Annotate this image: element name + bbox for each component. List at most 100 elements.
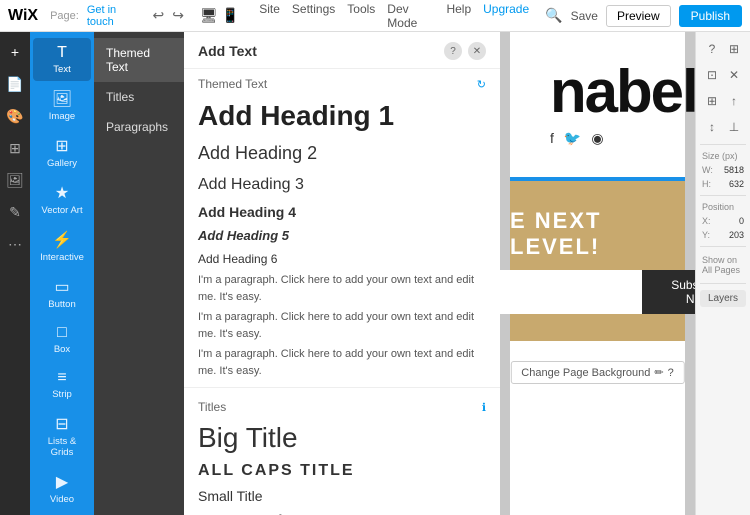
right-panel-icon5[interactable]: ⊞ [703, 92, 721, 110]
heading-1-option[interactable]: Add Heading 1 [184, 95, 500, 137]
nav-upgrade[interactable]: Upgrade [483, 2, 529, 30]
layers-button[interactable]: Layers [700, 290, 746, 307]
heading-2-option[interactable]: Add Heading 2 [184, 137, 500, 170]
x-label: X: [702, 216, 711, 226]
business-title-option[interactable]: Business Title [184, 508, 500, 515]
paragraph-3[interactable]: I'm a paragraph. Click here to add your … [184, 344, 500, 381]
instagram-icon[interactable]: ◉ [591, 130, 603, 147]
facebook-icon[interactable]: f [550, 130, 554, 147]
themed-text-action-icon[interactable]: ↻ [477, 78, 486, 91]
panel-help-btn[interactable]: ? [444, 42, 462, 60]
resize-icon[interactable]: ? [703, 40, 721, 58]
right-icon-row-top: ? ⊞ [700, 38, 746, 60]
right-divider-4 [700, 283, 746, 284]
submenu-paragraphs[interactable]: Paragraphs [94, 112, 184, 142]
add-item-box[interactable]: □ Box [33, 318, 91, 361]
submenu-themed-text[interactable]: Themed Text [94, 38, 184, 82]
add-item-gallery[interactable]: ⊞ Gallery [33, 130, 91, 175]
heading-5-option[interactable]: Add Heading 5 [184, 224, 500, 247]
big-title-option[interactable]: Big Title [184, 418, 500, 458]
add-item-video[interactable]: ▶ Video [33, 466, 91, 511]
right-panel-icon8[interactable]: ⊥ [725, 118, 743, 136]
add-item-strip[interactable]: ≡ Strip [33, 363, 91, 406]
twitter-icon[interactable]: 🐦 [564, 130, 581, 147]
save-button[interactable]: Save [571, 9, 598, 23]
heading-4-option[interactable]: Add Heading 4 [184, 200, 500, 224]
subscribe-button[interactable]: Subscribe Now [642, 270, 695, 314]
paragraph-2[interactable]: I'm a paragraph. Click here to add your … [184, 307, 500, 344]
section-divider [184, 387, 500, 388]
titles-action-icon[interactable]: ℹ [482, 401, 486, 414]
right-icon-row-3: ⊞ ↑ [700, 90, 746, 112]
sidebar-apps-icon[interactable]: ⊞ [3, 136, 27, 160]
heading-5-text: Add Heading 5 [198, 228, 289, 243]
submenu-titles[interactable]: Titles [94, 82, 184, 112]
paragraph-1[interactable]: I'm a paragraph. Click here to add your … [184, 270, 500, 307]
add-item-button-label: Button [48, 299, 75, 310]
size-label: Size (px) [702, 151, 738, 161]
right-panel-icon6[interactable]: ↑ [725, 92, 743, 110]
small-title-option[interactable]: Small Title [184, 484, 500, 508]
heading-2-text: Add Heading 2 [198, 143, 317, 163]
nav-devmode[interactable]: Dev Mode [387, 2, 434, 30]
add-item-image[interactable]: 🖼 Image [33, 83, 91, 128]
x-value[interactable]: 0 [739, 216, 744, 226]
add-item-box-label: Box [54, 344, 70, 355]
add-item-interactive[interactable]: ⚡ Interactive [33, 224, 91, 269]
nav-site[interactable]: Site [259, 2, 280, 30]
subscribe-input[interactable] [500, 270, 642, 314]
h-label: H: [702, 179, 711, 189]
nav-tools[interactable]: Tools [347, 2, 375, 30]
nav-help[interactable]: Help [446, 2, 471, 30]
allcaps-title-option[interactable]: ALL CAPS TITLE [184, 458, 500, 484]
heading-3-option[interactable]: Add Heading 3 [184, 170, 500, 200]
y-value[interactable]: 203 [729, 230, 744, 240]
add-item-text-label: Text [53, 64, 70, 75]
w-value[interactable]: 5818 [724, 165, 744, 175]
nav-settings[interactable]: Settings [292, 2, 335, 30]
add-item-text[interactable]: T Text [33, 38, 91, 81]
height-row: H: 632 [700, 179, 746, 189]
mobile-icon[interactable]: 📱 [222, 7, 239, 24]
add-item-strip-label: Strip [52, 389, 72, 400]
add-text-panel: Add Text ? ✕ Themed Text ↻ Add Heading 1… [184, 32, 500, 515]
preview-button[interactable]: Preview [606, 5, 671, 27]
undo-icon[interactable]: ↩ [153, 7, 165, 24]
icon-sidebar: + 📄 🎨 ⊞ 🖼 ✎ ⋯ [0, 32, 30, 515]
sidebar-pages-icon[interactable]: 📄 [3, 72, 27, 96]
add-item-vector-label: Vector Art [41, 205, 82, 216]
redo-icon[interactable]: ↪ [172, 7, 184, 24]
publish-button[interactable]: Publish [679, 5, 742, 27]
add-item-lists[interactable]: ⊟ Lists & Grids [33, 408, 91, 464]
sidebar-add-icon[interactable]: + [3, 40, 27, 64]
add-item-vector-art[interactable]: ★ Vector Art [33, 177, 91, 222]
sidebar-design-icon[interactable]: 🎨 [3, 104, 27, 128]
add-item-lists-label: Lists & Grids [37, 436, 87, 458]
h-value[interactable]: 632 [729, 179, 744, 189]
sidebar-more-icon[interactable]: ⋯ [3, 232, 27, 256]
themed-text-section-header: Themed Text ↻ [184, 69, 500, 95]
size-label-row: Size (px) [700, 151, 746, 161]
change-background-button[interactable]: Change Page Background ✏ ? [510, 361, 684, 384]
add-item-button[interactable]: ▭ Button [33, 271, 91, 316]
right-panel-icon4[interactable]: ✕ [725, 66, 743, 84]
allcaps-title-text: ALL CAPS TITLE [198, 462, 355, 479]
sidebar-blog-icon[interactable]: ✎ [3, 200, 27, 224]
sidebar-media-icon[interactable]: 🖼 [3, 168, 27, 192]
search-icon[interactable]: 🔍 [545, 7, 562, 24]
position-label-row: Position [700, 202, 746, 212]
canvas-gold-section: E NEXT LEVEL! Subscribe Now [510, 181, 685, 341]
right-panel-icon3[interactable]: ⊡ [703, 66, 721, 84]
right-panel-icon2[interactable]: ⊞ [725, 40, 743, 58]
desktop-icon[interactable]: 🖥 [200, 7, 218, 24]
social-row: f 🐦 ◉ [550, 130, 645, 147]
heading-6-option[interactable]: Add Heading 6 [184, 247, 500, 270]
panel-close-btn[interactable]: ✕ [468, 42, 486, 60]
add-item-interactive-label: Interactive [40, 252, 84, 263]
canvas-area: nabelle f 🐦 ◉ Change Page Background ✏ ?… [500, 32, 695, 515]
themed-text-label: Themed Text [198, 77, 267, 91]
canvas-hero: nabelle f 🐦 ◉ [510, 32, 685, 177]
page-name[interactable]: Get in touch [87, 4, 145, 28]
right-panel-icon7[interactable]: ↕ [703, 118, 721, 136]
panel-header: Add Text ? ✕ [184, 32, 500, 69]
